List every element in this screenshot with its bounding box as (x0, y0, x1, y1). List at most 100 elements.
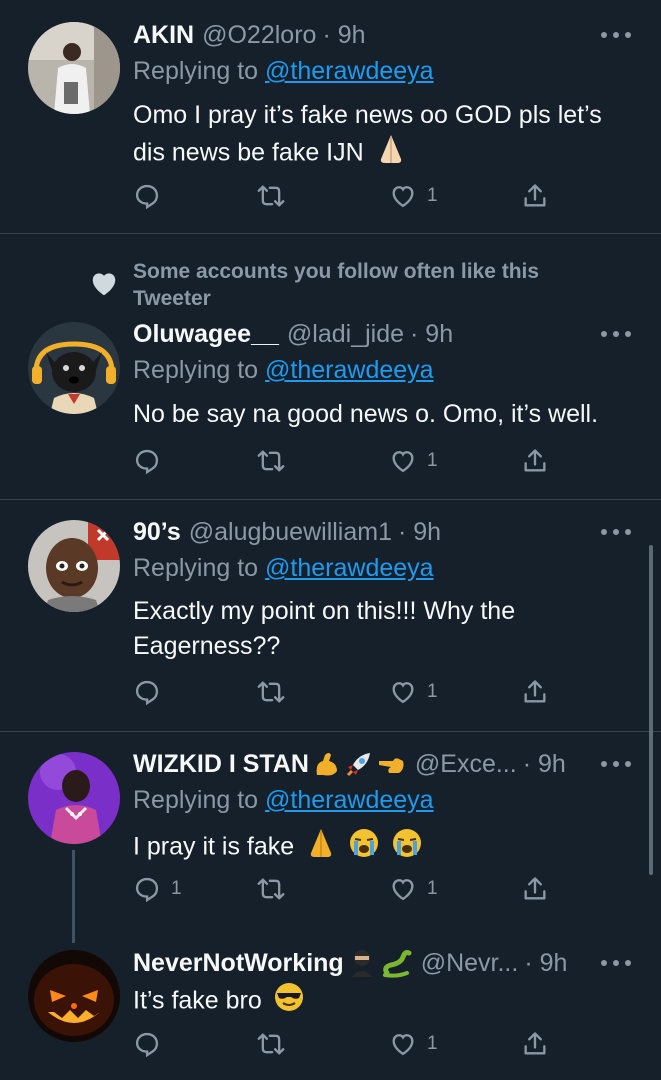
avatar[interactable] (28, 322, 120, 414)
tweet-text: Exactly my point on this!!! Why the Eage… (133, 594, 603, 664)
like-button[interactable]: 1 (389, 874, 438, 904)
tweet-actions: 1 (133, 1029, 553, 1059)
thread-line (72, 850, 75, 943)
reply-icon (135, 680, 159, 706)
retweet-button[interactable] (257, 1029, 295, 1059)
tweet-actions: 1 (133, 446, 553, 476)
share-button[interactable] (521, 677, 549, 707)
tweet[interactable]: 90’s @alugbuewilliam1 · 9h Replying to @… (0, 500, 661, 731)
author-name[interactable]: 90’s (133, 518, 181, 547)
avatar[interactable] (28, 950, 120, 1042)
more-icon[interactable] (601, 30, 631, 40)
retweet-button[interactable] (257, 874, 295, 904)
author-handle[interactable]: @Exce... (415, 750, 517, 779)
tweet-time[interactable]: · 9h (410, 320, 453, 349)
more-icon[interactable] (601, 759, 631, 769)
tweet[interactable]: AKIN @O22loro · 9h Replying to @therawde… (0, 0, 661, 233)
folded-hands-emoji (375, 133, 407, 175)
tweet-feed: AKIN @O22loro · 9h Replying to @therawde… (0, 0, 661, 1080)
like-button[interactable]: 1 (389, 1029, 438, 1059)
replying-prefix: Replying to (133, 786, 259, 814)
sunglasses-face-emoji (273, 981, 305, 1023)
reply-button[interactable] (133, 446, 171, 476)
tweet-text-content: No be say na good news o. Omo, it’s well… (133, 400, 599, 428)
tweet-header: Oluwagee__ @ladi_jide · 9h (133, 317, 453, 351)
pointing-hand-emoji (378, 758, 404, 773)
replying-to: Replying to @therawdeeya (133, 786, 434, 815)
mention-link[interactable]: @therawdeeya (265, 554, 434, 582)
like-icon (392, 1034, 414, 1056)
tweet-time[interactable]: · 9h (523, 750, 566, 779)
tweet-text-content: It’s fake bro (133, 986, 262, 1015)
tweet-time[interactable]: · 9h (322, 21, 365, 50)
reply-button[interactable] (133, 181, 171, 211)
more-icon[interactable] (601, 958, 631, 968)
like-icon (392, 682, 414, 704)
tweet-text-content: Exactly my point on this!!! Why the Eage… (133, 597, 516, 660)
retweet-icon (257, 450, 285, 472)
tweet[interactable]: WIZKID I STAN @Exce... · 9h Replying to … (0, 732, 661, 943)
share-icon (524, 877, 546, 900)
author-handle[interactable]: @Nevr... (421, 949, 519, 978)
reply-count: 1 (171, 878, 182, 899)
reply-button[interactable]: 1 (133, 874, 182, 904)
tweet[interactable]: Some accounts you follow often like this… (0, 234, 661, 499)
avatar[interactable] (28, 22, 120, 114)
replying-to: Replying to @therawdeeya (133, 57, 434, 86)
tweet[interactable]: NeverNotWorking @Nevr... · 9h It’s fake … (0, 932, 661, 1080)
mention-link[interactable]: @therawdeeya (265, 57, 434, 85)
author-name[interactable]: Oluwagee__ (133, 320, 279, 349)
retweet-button[interactable] (257, 181, 295, 211)
share-button[interactable] (521, 181, 549, 211)
share-button[interactable] (521, 446, 549, 476)
snake-emoji (382, 950, 412, 978)
share-button[interactable] (521, 1029, 549, 1059)
avatar[interactable] (28, 520, 120, 612)
reply-button[interactable] (133, 1029, 171, 1059)
author-handle[interactable]: @ladi_jide (287, 320, 404, 349)
author-name[interactable]: WIZKID I STAN (133, 750, 309, 779)
author-handle[interactable]: @alugbuewilliam1 (189, 518, 392, 547)
mention-link[interactable]: @therawdeeya (265, 356, 434, 384)
tweet-text-content: I pray it is fake (133, 832, 295, 861)
social-context: Some accounts you follow often like this… (133, 260, 540, 310)
reply-icon (135, 1032, 159, 1058)
like-button[interactable]: 1 (389, 446, 438, 476)
tweet-header: 90’s @alugbuewilliam1 · 9h (133, 515, 441, 549)
more-icon[interactable] (601, 527, 631, 537)
share-icon (524, 680, 546, 703)
tweet-time[interactable]: · 9h (524, 949, 567, 978)
replying-to: Replying to @therawdeeya (133, 356, 434, 385)
like-count: 1 (427, 450, 438, 471)
folded-hands-emoji (305, 827, 337, 869)
retweet-button[interactable] (257, 677, 295, 707)
tweet-text: No be say na good news o. Omo, it’s well… (133, 397, 638, 432)
tweet-text: It’s fake bro (133, 981, 638, 1023)
like-button[interactable]: 1 (389, 181, 438, 211)
tweet-actions: 1 1 (133, 874, 553, 904)
reply-button[interactable] (133, 677, 171, 707)
retweet-button[interactable] (257, 446, 295, 476)
like-button[interactable]: 1 (389, 677, 438, 707)
avatar[interactable] (28, 752, 120, 844)
like-count: 1 (427, 878, 438, 899)
share-icon (524, 184, 546, 207)
retweet-icon (257, 1033, 285, 1055)
author-handle[interactable]: @O22loro (202, 21, 316, 50)
more-icon[interactable] (601, 329, 631, 339)
like-icon (392, 879, 414, 901)
like-count: 1 (427, 1033, 438, 1054)
reply-icon (135, 877, 159, 903)
author-name[interactable]: AKIN (133, 21, 194, 50)
share-button[interactable] (521, 874, 549, 904)
rocket-emoji (346, 753, 370, 777)
scrollbar[interactable] (649, 545, 653, 875)
mention-link[interactable]: @therawdeeya (265, 786, 434, 814)
author-name[interactable]: NeverNotWorking (133, 949, 344, 978)
tweet-header: WIZKID I STAN @Exce... · 9h (133, 747, 566, 781)
name-emojis (346, 947, 413, 979)
tweet-time[interactable]: · 9h (398, 518, 441, 547)
name-emojis (311, 749, 407, 779)
retweet-icon (257, 878, 285, 900)
replying-to: Replying to @therawdeeya (133, 554, 434, 583)
